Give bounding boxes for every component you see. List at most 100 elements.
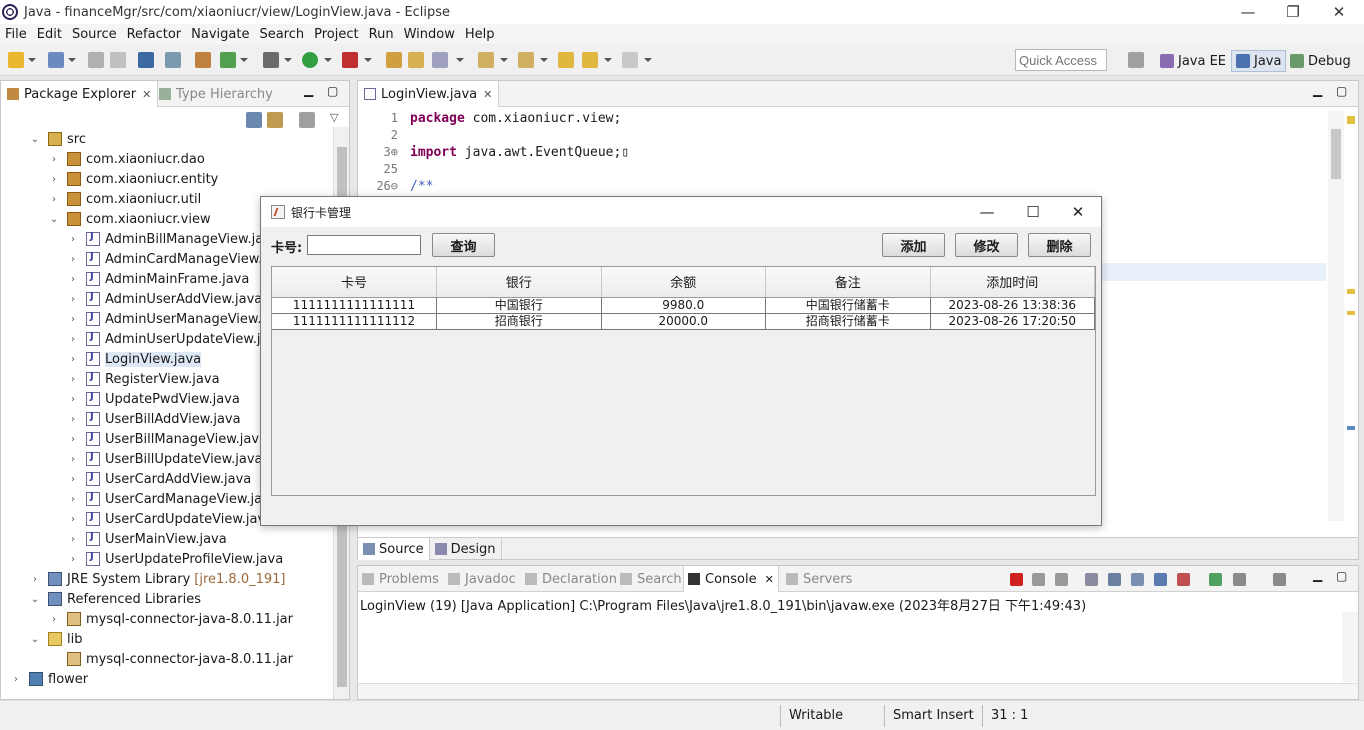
clear-console-icon[interactable] xyxy=(1085,573,1098,586)
cell-remark[interactable]: 中国银行储蓄卡 xyxy=(765,297,931,314)
menu-navigate[interactable]: Navigate xyxy=(191,27,249,42)
tree-item[interactable]: ⌄ Referenced Libraries xyxy=(30,589,201,609)
code-line[interactable]: package com.xiaoniucr.view; xyxy=(410,111,621,126)
expand-arrow-icon[interactable]: › xyxy=(68,394,78,405)
pen-dropdown-icon[interactable] xyxy=(456,58,464,62)
scroll-lock-icon[interactable] xyxy=(1108,573,1121,586)
column-header-remark[interactable]: 备注 xyxy=(765,267,931,298)
minimize-view-icon[interactable]: ▁ xyxy=(304,83,313,97)
column-header-bank[interactable]: 银行 xyxy=(436,267,602,298)
open-dropdown-icon[interactable] xyxy=(68,58,76,62)
table-row[interactable]: 1111111111111112 招商银行 20000.0 招商银行储蓄卡 20… xyxy=(272,313,1095,330)
tree-item[interactable]: › UserCardManageView.java xyxy=(68,489,278,509)
tree-item[interactable]: › mysql-connector-java-8.0.11.jar xyxy=(49,609,293,629)
cell-balance[interactable]: 20000.0 xyxy=(601,313,766,330)
pin-console-icon[interactable] xyxy=(1209,573,1222,586)
tree-item[interactable]: › AdminUserUpdateView.java xyxy=(68,329,284,349)
expand-arrow-icon[interactable]: › xyxy=(68,234,78,245)
tree-item[interactable]: ›AdminUserManageView.java xyxy=(68,309,289,329)
open-console-icon[interactable] xyxy=(1273,573,1286,586)
collapse-arrow-icon[interactable]: ⌄ xyxy=(30,594,40,605)
debug-icon[interactable] xyxy=(263,52,279,68)
tree-item[interactable]: › com.xiaoniucr.dao xyxy=(49,149,205,169)
add-button[interactable]: 添加 xyxy=(882,233,945,257)
expand-arrow-icon[interactable]: › xyxy=(68,454,78,465)
expand-arrow-icon[interactable]: › xyxy=(68,474,78,485)
collapse-arrow-icon[interactable]: ⌄ xyxy=(30,634,40,645)
expand-arrow-icon[interactable]: › xyxy=(68,554,78,565)
editor-scrollbar[interactable] xyxy=(1328,111,1344,521)
external-tools-dropdown-icon[interactable] xyxy=(364,58,372,62)
next-annotation-icon[interactable] xyxy=(478,52,494,68)
cell-card-number[interactable]: 1111111111111111 xyxy=(272,297,437,314)
build-icon[interactable] xyxy=(195,52,211,68)
maximize-button[interactable]: ❐ xyxy=(1270,0,1316,24)
refresh-dropdown-icon[interactable] xyxy=(240,58,248,62)
back-icon[interactable] xyxy=(582,52,598,68)
pen-icon[interactable] xyxy=(432,52,448,68)
search-button[interactable]: 查询 xyxy=(432,233,495,257)
view-menu-icon[interactable]: ▽ xyxy=(330,111,338,124)
run-icon[interactable] xyxy=(302,52,318,68)
collapse-all-icon[interactable] xyxy=(246,112,262,128)
tree-item[interactable]: › UserMainView.java xyxy=(68,529,227,549)
tree-item[interactable]: › AdminUserAddView.java xyxy=(68,289,262,309)
new-icon[interactable] xyxy=(8,52,24,68)
cell-bank[interactable]: 招商银行 xyxy=(436,313,602,330)
close-console-tab-icon[interactable]: ✕ xyxy=(765,573,774,586)
menu-project[interactable]: Project xyxy=(314,27,358,42)
menu-source[interactable]: Source xyxy=(72,27,117,42)
terminate-icon[interactable] xyxy=(1010,573,1023,586)
close-button[interactable]: ✕ xyxy=(1316,0,1362,24)
expand-arrow-icon[interactable]: › xyxy=(68,414,78,425)
show-on-output-icon[interactable] xyxy=(1154,573,1167,586)
expand-arrow-icon[interactable]: › xyxy=(49,194,59,205)
link-with-editor-icon[interactable] xyxy=(267,112,283,128)
editor-scrollbar-thumb[interactable] xyxy=(1331,129,1341,179)
filters-icon[interactable] xyxy=(299,112,315,128)
next-annotation-dropdown-icon[interactable] xyxy=(500,58,508,62)
tab-design[interactable]: Design xyxy=(430,538,502,560)
expand-arrow-icon[interactable]: › xyxy=(68,274,78,285)
tree-item[interactable]: mysql-connector-java-8.0.11.jar xyxy=(49,649,293,669)
tree-item[interactable]: › UserBillUpdateView.java xyxy=(68,449,263,469)
occurrence-marker[interactable] xyxy=(1347,311,1355,315)
skip-breakpoints-icon[interactable] xyxy=(165,52,181,68)
edit-button[interactable]: 修改 xyxy=(955,233,1018,257)
tree-item[interactable]: › UpdatePwdView.java xyxy=(68,389,240,409)
expand-arrow-icon[interactable]: › xyxy=(68,314,78,325)
tree-item[interactable]: › UserCardAddView.java xyxy=(68,469,251,489)
expand-arrow-icon[interactable]: › xyxy=(68,254,78,265)
word-wrap-icon[interactable] xyxy=(1131,573,1144,586)
tree-item[interactable]: › JRE System Library [jre1.8.0_191] xyxy=(30,569,285,589)
new-dropdown-icon[interactable] xyxy=(28,58,36,62)
cell-remark[interactable]: 招商银行储蓄卡 xyxy=(765,313,931,330)
perspective-java[interactable]: Java xyxy=(1231,50,1287,72)
dialog-maximize-button[interactable]: ☐ xyxy=(1010,197,1056,227)
minimize-button[interactable]: — xyxy=(1225,0,1271,24)
expand-arrow-icon[interactable]: › xyxy=(68,434,78,445)
remove-all-terminated-icon[interactable] xyxy=(1055,573,1068,586)
tree-item[interactable]: › UserBillAddView.java xyxy=(68,409,241,429)
console-vertical-scrollbar[interactable] xyxy=(1342,612,1358,682)
maximize-console-icon[interactable]: ▢ xyxy=(1336,569,1347,583)
expand-arrow-icon[interactable]: › xyxy=(68,374,78,385)
tab-loginview-java[interactable]: LoginView.java ✕ xyxy=(358,81,500,107)
tab-source[interactable]: Source xyxy=(358,538,430,560)
expand-arrow-icon[interactable]: › xyxy=(49,614,59,625)
code-line[interactable]: import java.awt.EventQueue;▯ xyxy=(410,145,629,160)
expand-arrow-icon[interactable]: › xyxy=(11,674,21,685)
remove-launch-icon[interactable] xyxy=(1032,573,1045,586)
warning-marker[interactable] xyxy=(1347,116,1355,124)
cell-balance[interactable]: 9980.0 xyxy=(601,297,766,314)
expand-arrow-icon[interactable]: › xyxy=(49,154,59,165)
menu-window[interactable]: Window xyxy=(404,27,455,42)
tree-item[interactable]: › UserCardUpdateView.java xyxy=(68,509,273,529)
tree-item[interactable]: › AdminBillManageView.java xyxy=(68,229,279,249)
code-line[interactable]: /** xyxy=(410,179,433,194)
forward-icon[interactable] xyxy=(622,52,638,68)
open-type-icon[interactable] xyxy=(48,52,64,68)
tree-item[interactable]: › UserBillManageView.java xyxy=(68,429,267,449)
debug-dropdown-icon[interactable] xyxy=(284,58,292,62)
expand-arrow-icon[interactable]: › xyxy=(68,494,78,505)
